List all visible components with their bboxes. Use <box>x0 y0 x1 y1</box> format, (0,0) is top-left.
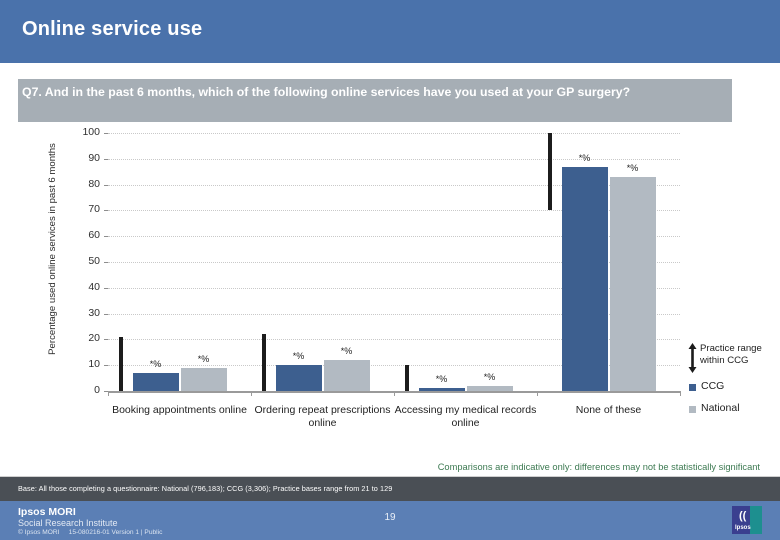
y-axis-tickmark <box>104 210 108 212</box>
logo-mark-glyph: (( <box>739 510 747 522</box>
y-axis-tick-label: 0 <box>94 384 100 396</box>
gridline <box>108 133 680 134</box>
category-label: Booking appointments online <box>112 404 247 416</box>
y-axis-tick-label: 90 <box>88 151 100 164</box>
data-label: *% <box>292 351 305 362</box>
legend-swatch-ccg <box>689 384 696 391</box>
y-axis-tick-label: 40 <box>88 280 100 293</box>
bar-national <box>323 360 370 391</box>
up-down-arrow-icon <box>688 343 697 373</box>
base-text: Base: All those completing a questionnai… <box>18 484 393 493</box>
y-axis-tickmark <box>104 262 108 263</box>
x-axis-tickmark <box>108 391 109 396</box>
x-axis-tickmark <box>394 391 395 396</box>
page-number: 19 <box>384 512 396 523</box>
legend-item-national: National <box>688 401 780 419</box>
category-label: None of these <box>575 404 642 416</box>
chart-container: Percentage used online services in past … <box>0 125 780 435</box>
slide-root: Online service use Q7. And in the past 6… <box>0 0 780 540</box>
question-text: Q7. And in the past 6 months, which of t… <box>22 85 631 99</box>
data-label: *% <box>626 162 639 173</box>
bar-ccg <box>561 166 608 391</box>
y-axis-tickmark <box>104 133 108 134</box>
x-axis-tickmark <box>680 391 681 396</box>
practice-range-bar <box>404 365 409 391</box>
logo-teal-block <box>750 506 762 534</box>
data-label: *% <box>340 346 353 357</box>
y-axis-tick-label: 30 <box>88 306 100 319</box>
data-label: *% <box>149 358 162 369</box>
bar-ccg <box>275 365 322 391</box>
y-axis-tickmark <box>104 313 108 315</box>
data-label: *% <box>578 152 591 163</box>
chart-legend: Practice range within CCG CCG National <box>688 341 780 419</box>
legend-item-ccg: CCG <box>688 379 780 397</box>
plot-area: *% *% *% *% *% *% *% *% <box>108 133 680 392</box>
practice-range-bar <box>118 336 123 391</box>
y-axis-tickmark <box>104 236 108 238</box>
page-title: Online service use <box>22 18 203 40</box>
bar-national <box>180 367 227 391</box>
indicative-comparison-note: Comparisons are indicative only: differe… <box>437 462 760 472</box>
category-label: Ordering repeat prescriptions online <box>254 404 391 429</box>
x-axis-tickmark <box>537 391 538 396</box>
y-axis-tickmark <box>104 184 108 186</box>
practice-range-bar <box>261 334 266 391</box>
data-label: *% <box>483 371 496 382</box>
x-axis-tickmark <box>251 391 252 396</box>
practice-range-bar <box>547 133 552 211</box>
y-axis-tick-label: 70 <box>88 203 100 216</box>
ipsos-logo: (( Ipsos <box>732 506 762 534</box>
copyright-text: © Ipsos MORI 15-080216-01 Version 1 | Pu… <box>18 529 163 536</box>
y-axis-tick-label: 20 <box>88 332 100 345</box>
y-axis-label: Percentage used online services in past … <box>47 143 58 355</box>
bar-national <box>609 176 656 391</box>
y-axis-tickmark <box>104 365 108 367</box>
y-axis-tick-label: 100 <box>82 126 100 138</box>
y-axis-tick-label: 50 <box>88 255 100 267</box>
legend-label-ccg: CCG <box>701 380 725 392</box>
y-axis-tick-label: 60 <box>88 229 100 242</box>
data-label: *% <box>197 353 210 364</box>
legend-practice-range: Practice range within CCG <box>688 341 780 375</box>
category-label: Accessing my medical records online <box>394 404 537 429</box>
y-axis-tickmark <box>104 287 108 289</box>
y-axis-tickmark <box>104 339 108 341</box>
legend-swatch-national <box>689 406 696 413</box>
logo-wordmark: Ipsos <box>735 525 751 531</box>
y-axis-tick-label: 10 <box>88 358 100 371</box>
y-axis-tick-label: 80 <box>88 177 100 190</box>
legend-label-national: National <box>701 402 740 414</box>
legend-practice-range-label: Practice range within CCG <box>700 343 762 366</box>
bar-ccg <box>132 372 179 391</box>
data-label: *% <box>435 374 448 385</box>
y-axis-tickmark <box>104 158 108 160</box>
